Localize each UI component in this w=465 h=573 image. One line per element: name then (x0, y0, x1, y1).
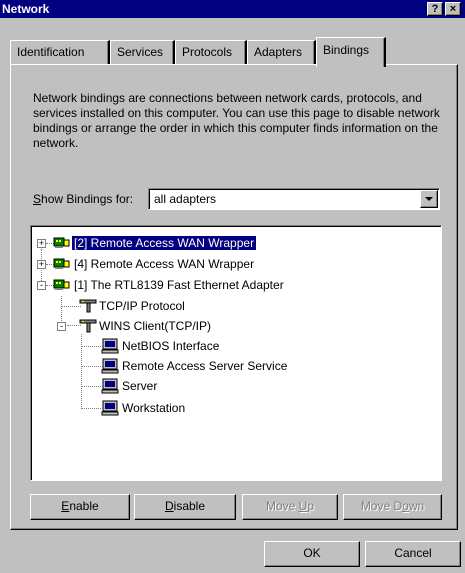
tree-item[interactable]: Workstation (31, 399, 431, 417)
network-adapter-icon (53, 278, 71, 292)
move-up-button[interactable]: Move Up (242, 494, 338, 520)
disable-button[interactable]: Disable (134, 494, 236, 520)
tree-item-label: [2] Remote Access WAN Wrapper (70, 235, 258, 251)
help-button[interactable]: ? (427, 2, 443, 16)
service-computer-icon (101, 378, 119, 394)
move-down-button[interactable]: Move Down (343, 494, 442, 520)
cancel-button[interactable]: Cancel (365, 541, 461, 567)
ok-button[interactable]: OK (264, 541, 360, 567)
tree-item[interactable]: + [2] Remote Access WAN Wrapper (31, 234, 431, 252)
service-computer-icon (101, 358, 119, 374)
tree-item-label: TCP/IP Protocol (99, 299, 185, 313)
tree-item-label: WINS Client(TCP/IP) (99, 319, 212, 333)
protocol-icon (79, 298, 97, 314)
tree-item[interactable]: NetBIOS Interface (31, 337, 431, 355)
dropdown-arrow-icon[interactable] (420, 190, 438, 208)
tree-item[interactable]: Remote Access Server Service (31, 357, 431, 375)
tab-identification[interactable]: Identification (10, 40, 110, 64)
tab-services[interactable]: Services (110, 40, 175, 64)
tree-item-label: Workstation (122, 401, 186, 415)
service-computer-icon (101, 400, 119, 416)
network-adapter-icon (53, 257, 71, 271)
title-bar: Network ? × (0, 0, 465, 18)
show-bindings-dropdown[interactable]: all adapters (148, 188, 440, 210)
expand-plus-icon[interactable]: + (37, 239, 46, 248)
service-computer-icon (101, 338, 119, 354)
tree-item[interactable]: - WINS Client(TCP/IP) (31, 317, 431, 335)
collapse-minus-icon[interactable]: - (37, 281, 46, 290)
tree-item-label: Remote Access Server Service (122, 359, 288, 373)
bindings-tree[interactable]: + [2] Remote Access WAN Wrapper + [4] Re… (30, 225, 442, 481)
tree-item[interactable]: - [1] The RTL8139 Fast Ethernet Adapter (31, 276, 431, 294)
protocol-icon (79, 318, 97, 334)
enable-button[interactable]: Enable (30, 494, 130, 520)
network-adapter-icon (53, 236, 71, 250)
tree-item-label: Server (122, 379, 158, 393)
tree-item-label: [1] The RTL8139 Fast Ethernet Adapter (74, 278, 284, 292)
tab-adapters[interactable]: Adapters (247, 40, 316, 64)
expand-plus-icon[interactable]: + (37, 260, 46, 269)
close-button[interactable]: × (445, 2, 461, 16)
tree-item[interactable]: Server (31, 377, 431, 395)
collapse-minus-icon[interactable]: - (57, 322, 66, 331)
tree-item[interactable]: TCP/IP Protocol (31, 297, 431, 315)
tab-protocols[interactable]: Protocols (175, 40, 247, 64)
show-bindings-value: all adapters (154, 192, 217, 206)
tree-item[interactable]: + [4] Remote Access WAN Wrapper (31, 255, 431, 273)
tree-item-label: NetBIOS Interface (122, 339, 220, 353)
show-bindings-label: Show Bindings for: (33, 192, 134, 206)
window-title: Network (2, 2, 50, 16)
tree-item-label: [4] Remote Access WAN Wrapper (74, 257, 255, 271)
description-text: Network bindings are connections between… (33, 91, 440, 150)
tab-bindings[interactable]: Bindings (316, 37, 386, 67)
